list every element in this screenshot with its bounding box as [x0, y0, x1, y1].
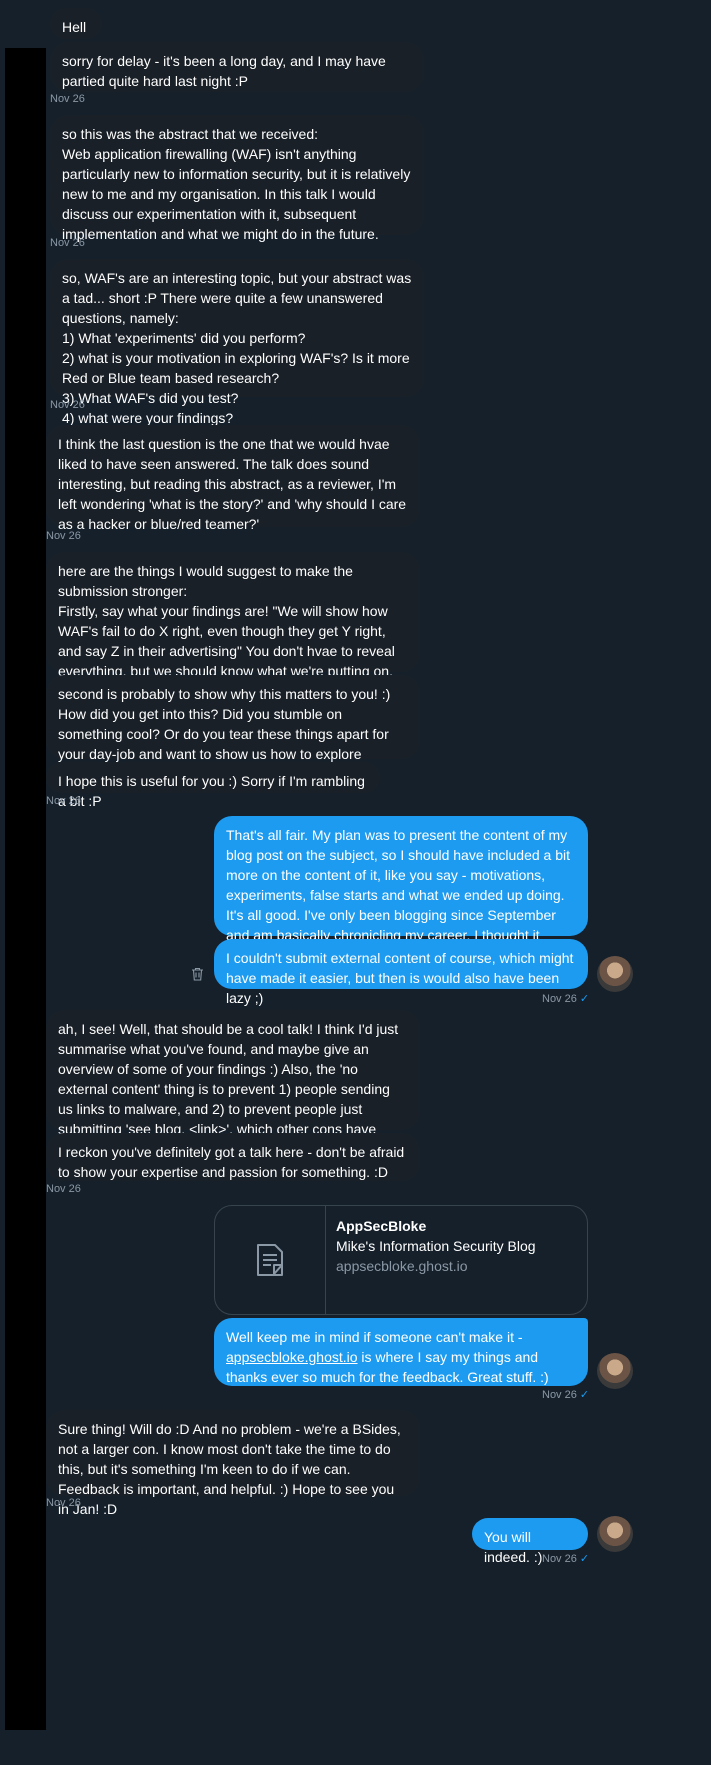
message-timestamp: Nov 26: [50, 237, 85, 249]
message-bubble-incoming[interactable]: sorry for delay - it's been a long day, …: [50, 42, 424, 92]
message-text: Well keep me in mind if someone can't ma…: [226, 1329, 527, 1345]
delete-icon[interactable]: [191, 967, 204, 981]
link-preview-url: appsecbloke.ghost.io: [336, 1258, 468, 1274]
link-preview-thumbnail: [215, 1206, 326, 1314]
link-preview-title: AppSecBloke: [336, 1218, 427, 1234]
message-bubble-incoming[interactable]: I think the last question is the one tha…: [46, 425, 420, 532]
message-bubble-outgoing[interactable]: Well keep me in mind if someone can't ma…: [214, 1318, 588, 1386]
redaction-bar: [5, 48, 46, 1730]
sent-check-icon: ✓: [579, 1389, 590, 1401]
link-preview-card[interactable]: AppSecBloke Mike's Information Security …: [214, 1205, 588, 1315]
blog-link[interactable]: appsecbloke.ghost.io: [226, 1349, 358, 1365]
message-timestamp: Nov 26: [46, 1497, 81, 1509]
message-bubble-outgoing[interactable]: I couldn't submit external content of co…: [214, 939, 588, 1006]
message-timestamp: Nov 26: [50, 399, 85, 411]
message-timestamp: Nov 26: [46, 1183, 81, 1195]
message-timestamp: Nov 26 ✓: [542, 1553, 590, 1565]
message-bubble-incoming[interactable]: so, WAF's are an interesting topic, but …: [50, 259, 424, 426]
sent-check-icon: ✓: [579, 1553, 590, 1565]
avatar[interactable]: [597, 1353, 633, 1389]
link-preview-description: Mike's Information Security Blog: [336, 1238, 536, 1254]
message-bubble-incoming[interactable]: so this was the abstract that we receive…: [50, 115, 424, 242]
message-timestamp: Nov 26 ✓: [542, 1389, 590, 1401]
conversation-thread: Hello! sorry for delay - it's been a lon…: [0, 0, 711, 1765]
message-bubble-incoming[interactable]: Hello!: [50, 8, 102, 55]
avatar[interactable]: [597, 1516, 633, 1552]
message-timestamp: Nov 26: [50, 93, 85, 105]
message-timestamp: Nov 26 ✓: [542, 993, 590, 1005]
message-bubble-incoming[interactable]: Sure thing! Will do :D And no problem - …: [46, 1410, 420, 1517]
message-bubble-outgoing[interactable]: That's all fair. My plan was to present …: [214, 816, 588, 963]
avatar[interactable]: [597, 956, 633, 992]
message-bubble-incoming[interactable]: ah, I see! Well, that should be a cool t…: [46, 1010, 420, 1157]
message-bubble-incoming[interactable]: I hope this is useful for you :) Sorry i…: [46, 762, 380, 809]
document-icon: [257, 1244, 283, 1276]
sent-check-icon: ✓: [579, 993, 590, 1005]
message-bubble-incoming[interactable]: second is probably to show why this matt…: [46, 675, 420, 782]
message-timestamp: Nov 26: [46, 795, 81, 807]
message-timestamp: Nov 26: [46, 530, 81, 542]
message-bubble-incoming[interactable]: here are the things I would suggest to m…: [46, 552, 420, 679]
message-bubble-outgoing[interactable]: You will indeed. :): [472, 1518, 588, 1565]
message-bubble-incoming[interactable]: I reckon you've definitely got a talk he…: [46, 1133, 420, 1181]
